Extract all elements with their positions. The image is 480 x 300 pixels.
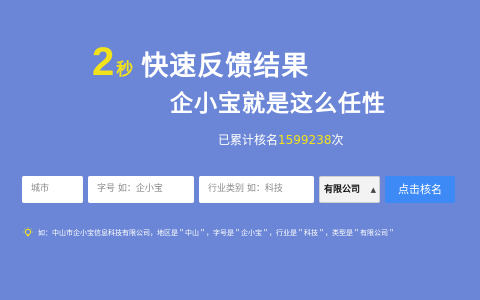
check-name-button[interactable]: 点击核名	[385, 176, 455, 203]
hero-headline: 2 秒 快速反馈结果	[92, 42, 309, 82]
seconds-number: 2	[92, 40, 115, 84]
company-type-select[interactable]: 有限公司 ▲▼	[319, 176, 380, 203]
lightbulb-icon	[23, 227, 33, 237]
seconds-unit: 秒	[116, 60, 134, 80]
city-input[interactable]: 城市	[22, 176, 83, 203]
company-type-value: 有限公司	[324, 185, 361, 195]
slogan-line-2: 企小宝就是这么任性	[170, 91, 386, 117]
select-arrows-icon: ▲▼	[370, 186, 376, 194]
example-text: 如：中山市企小宝信息科技有限公司，地区是＂中山＂，字号是＂企小宝＂，行业是＂科技…	[38, 229, 395, 237]
slogan-line-1: 快速反馈结果	[141, 51, 310, 82]
industry-input[interactable]: 行业类别 如：科技	[199, 176, 314, 203]
example-hint: 如：中山市企小宝信息科技有限公司，地区是＂中山＂，字号是＂企小宝＂，行业是＂科技…	[22, 226, 472, 240]
counter-prefix: 已累计核名	[218, 133, 279, 147]
counter-number: 1599238	[278, 133, 332, 147]
counter-suffix: 次	[331, 133, 344, 147]
check-counter: 已累计核名1599238次	[218, 131, 343, 148]
brand-name-input[interactable]: 字号 如：企小宝	[88, 176, 194, 203]
